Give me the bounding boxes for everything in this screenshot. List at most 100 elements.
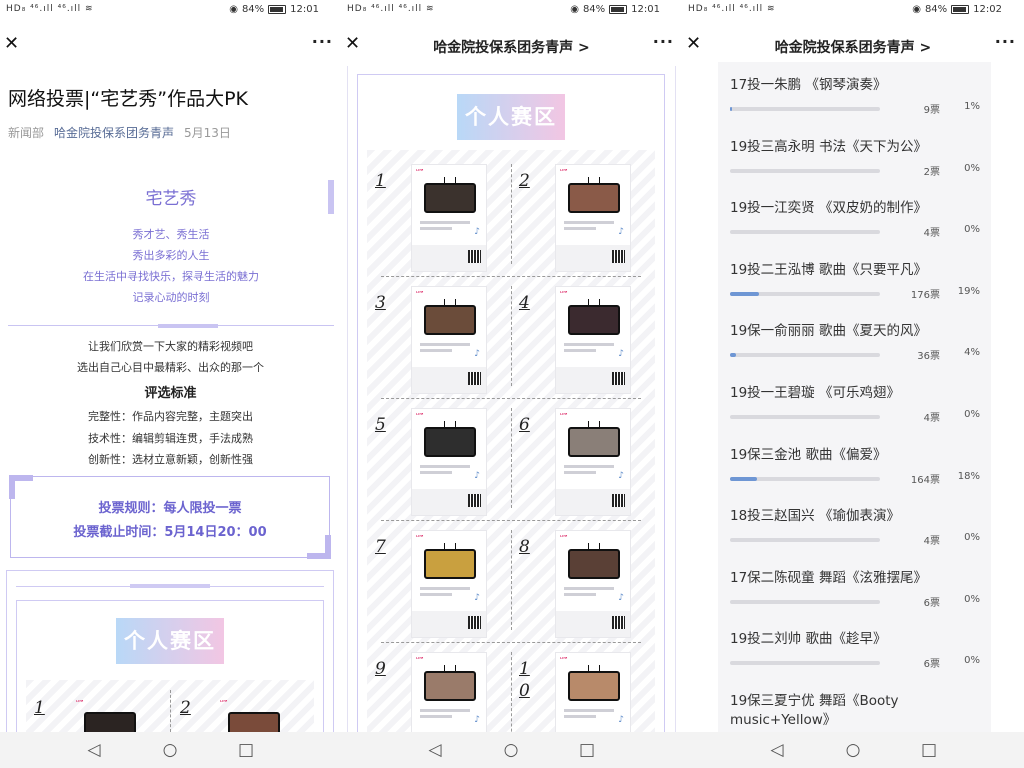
standard-title: 评选标准 [144, 386, 197, 401]
caption-line [420, 227, 452, 230]
caption-line [420, 349, 452, 352]
entry-thumbnail[interactable]: ᴸᴵᶠᴱ ♪ [555, 408, 631, 516]
back-triangle-icon[interactable]: ◁ [767, 740, 787, 760]
battery-percent: 84% [924, 4, 948, 15]
vote-item[interactable]: 19投一王碧璇 《可乐鸡翅》 4票 0% [718, 384, 991, 446]
tv-icon [568, 305, 620, 335]
account-title-link[interactable]: 哈金院投保系团务青声 > [381, 37, 642, 57]
entry-thumbnail[interactable]: ᴸᴵᶠᴱ ♪ [411, 408, 487, 516]
bird-icon: ♪ [474, 715, 480, 725]
home-circle-icon[interactable]: ○ [160, 740, 180, 760]
qr-code-icon [612, 250, 625, 263]
more-icon[interactable]: ··· [312, 32, 333, 51]
entry-thumbnail[interactable]: ᴸᴵᶠᴱ [72, 696, 148, 732]
recent-square-icon[interactable]: □ [236, 740, 256, 760]
vote-entry-name: 19保三金池 歌曲《偏爱》 [730, 446, 887, 463]
status-right: ◉ 84% 12:02 [912, 4, 1002, 15]
entry-thumbnail[interactable]: ᴸᴵᶠᴱ [216, 696, 292, 732]
vote-item[interactable]: 19保三夏宁优 舞蹈《Booty music+Yellow》 [718, 692, 991, 732]
logo-icon: ᴸᴵᶠᴱ [560, 291, 568, 297]
caption-line [420, 587, 470, 590]
bird-icon: ♪ [618, 715, 624, 725]
qr-code-icon [468, 494, 481, 507]
vote-item[interactable]: 19投三高永明 书法《天下为公》 2票 0% [718, 138, 991, 200]
standard-line: 完整性：作品内容完整，主题突出 [88, 410, 253, 423]
caption-line [564, 465, 614, 468]
vote-list: 17投一朱鹏 《钢琴演奏》 9票 1% 19投三高永明 书法《天下为公》 2票 0% 19投… [718, 62, 991, 732]
vote-percent: 4% [964, 347, 980, 359]
panel-zone: HD₈ ⁴⁶.ıll ⁴⁶.ıll ≋ ◉ 84% 12:01 ✕ 哈金院投保系… [341, 0, 682, 732]
entry-thumbnail[interactable]: ᴸᴵᶠᴱ ♪ [555, 286, 631, 394]
vote-entry-name: 19投一王碧璇 《可乐鸡翅》 [730, 385, 900, 401]
vote-item[interactable]: 19投二王泓博 歌曲《只要平凡》 176票 19% [718, 261, 991, 323]
entry-thumbnail[interactable]: ᴸᴵᶠᴱ ♪ [411, 164, 487, 272]
home-circle-icon[interactable]: ○ [843, 740, 863, 760]
bird-icon: ♪ [474, 349, 480, 359]
tv-icon [228, 712, 280, 732]
close-icon[interactable]: ✕ [686, 34, 702, 54]
vote-count: 164票 [910, 474, 940, 486]
article-title: 网络投票|“宅艺秀”作品大PK [8, 88, 249, 110]
vote-item[interactable]: 17保二陈砚童 舞蹈《泫雅摆尾》 6票 0% [718, 569, 991, 631]
bird-icon: ♪ [474, 471, 480, 481]
vote-item[interactable]: 19保三金池 歌曲《偏爱》 164票 18% [718, 446, 991, 508]
home-circle-icon[interactable]: ○ [501, 740, 521, 760]
caption-line [564, 227, 596, 230]
back-triangle-icon[interactable]: ◁ [425, 740, 445, 760]
more-icon[interactable]: ··· [995, 32, 1016, 51]
eye-icon: ◉ [229, 4, 238, 15]
eye-icon: ◉ [570, 4, 579, 15]
vote-item[interactable]: 17投一朱鹏 《钢琴演奏》 9票 1% [718, 76, 991, 138]
qr-code-icon [468, 250, 481, 263]
vote-item[interactable]: 18投三赵国兴 《瑜伽表演》 4票 0% [718, 507, 991, 569]
tv-icon [568, 183, 620, 213]
caption-line [420, 465, 470, 468]
article-dept: 新闻部 [8, 126, 45, 140]
recent-square-icon[interactable]: □ [919, 740, 939, 760]
recent-square-icon[interactable]: □ [577, 740, 597, 760]
vote-count: 176票 [910, 289, 940, 301]
vote-entry-name: 19保三夏宁优 舞蹈《Booty music+Yellow》 [730, 693, 899, 728]
vote-entry-name: 19投三高永明 书法《天下为公》 [730, 138, 927, 155]
vote-progress-fill [730, 353, 736, 358]
vote-percent: 0% [964, 224, 980, 236]
entry-thumbnail[interactable]: ᴸᴵᶠᴱ ♪ [411, 530, 487, 638]
vote-progress-fill [730, 107, 732, 111]
navbar: ✕ 哈金院投保系团务青声 > ··· [682, 28, 1024, 62]
vote-item[interactable]: 19投一江奕贤 《双皮奶的制作》 4票 0% [718, 199, 991, 261]
vote-percent: 1% [964, 101, 980, 112]
vote-progress-fill [730, 476, 757, 481]
caption-line [564, 709, 614, 712]
entry-thumbnail[interactable]: ᴸᴵᶠᴱ ♪ [555, 530, 631, 638]
entry-number: 4 [519, 293, 530, 313]
body-line: 选出自己心目中最精彩、出众的那一个 [77, 361, 264, 374]
entry-thumbnail[interactable]: ᴸᴵᶠᴱ ♪ [555, 164, 631, 272]
column-divider [511, 408, 512, 508]
close-icon[interactable]: ✕ [345, 34, 361, 54]
vote-count: 36票 [917, 351, 940, 363]
vote-item[interactable]: 19投二刘帅 歌曲《趁早》 6票 0% [718, 630, 991, 692]
entry-thumbnail[interactable]: ᴸᴵᶠᴱ ♪ [411, 286, 487, 394]
vote-percent: 0% [964, 593, 980, 605]
vote-count: 4票 [923, 413, 940, 424]
status-bar: HD₈ ⁴⁶.ıll ⁴⁶.ıll ≋ ◉ 84% 12:01 [341, 0, 682, 20]
battery-percent: 84% [582, 4, 606, 15]
back-triangle-icon[interactable]: ◁ [84, 740, 104, 760]
vote-item[interactable]: 19保一俞丽丽 歌曲《夏天的风》 36票 4% [718, 322, 991, 384]
vote-deadline: 投票截止时间：5月14日20：00 [73, 525, 267, 540]
frame-edge [675, 66, 676, 732]
account-title-link[interactable]: 哈金院投保系团务青声 > [722, 37, 984, 57]
intro-card: 宅艺秀 秀才艺、秀生活 秀出多彩的人生 在生活中寻找快乐，探寻生活的魅力 记录心… [8, 176, 334, 328]
vote-progress-bar [730, 661, 880, 666]
navbar: ✕ 哈金院投保系团务青声 > ··· [341, 28, 682, 62]
grid-divider [170, 690, 171, 732]
close-icon[interactable]: ✕ [4, 34, 20, 54]
caption-line [564, 471, 596, 474]
more-icon[interactable]: ··· [653, 32, 674, 51]
entry-thumbnail[interactable]: ᴸᴵᶠᴱ ♪ [411, 652, 487, 732]
caption-line [564, 715, 596, 718]
account-link[interactable]: 哈金院投保系团务青声 [54, 124, 174, 141]
caption-line [564, 593, 596, 596]
entry-thumbnail[interactable]: ᴸᴵᶠᴱ ♪ [555, 652, 631, 732]
status-right: ◉ 84% 12:01 [229, 4, 319, 15]
